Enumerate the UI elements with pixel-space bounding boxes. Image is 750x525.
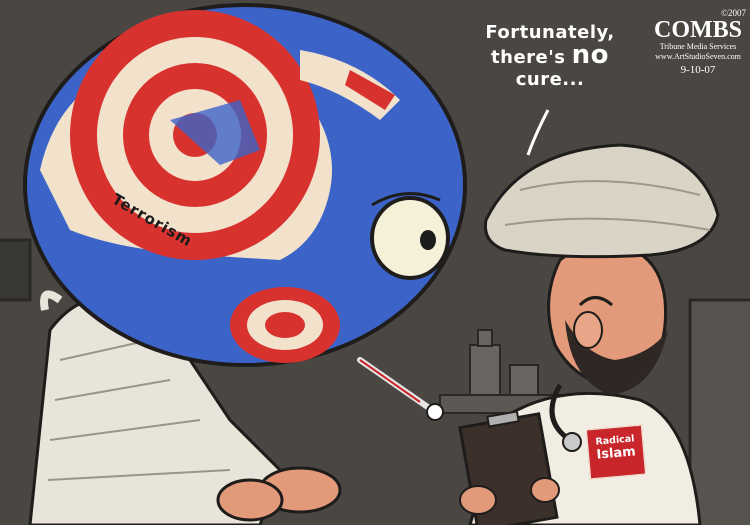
doctor-name-badge: Radical Islam [585, 424, 647, 480]
wall-frame-left [0, 238, 32, 302]
artist-signature: COMBS [653, 17, 742, 43]
speech-line-1: Fortunately, [485, 22, 615, 43]
badge-line-2: Islam [595, 444, 637, 463]
cabinet-right [688, 298, 750, 525]
speech-emphasis: no [571, 40, 609, 70]
syndicate-name: Tribune Media Services [659, 42, 737, 51]
globe-head [23, 3, 467, 367]
artist-credit: ©2007 COMBS Tribune Media Services www.A… [650, 8, 746, 76]
speech-bubble-text: Fortunately, there's no cure... [455, 22, 645, 91]
speech-line-3: cure... [515, 69, 585, 90]
artist-website: www.ArtStudioSeven.com [655, 52, 741, 61]
speech-line-2: there's [491, 47, 566, 68]
publication-date: 9-10-07 [680, 64, 716, 76]
